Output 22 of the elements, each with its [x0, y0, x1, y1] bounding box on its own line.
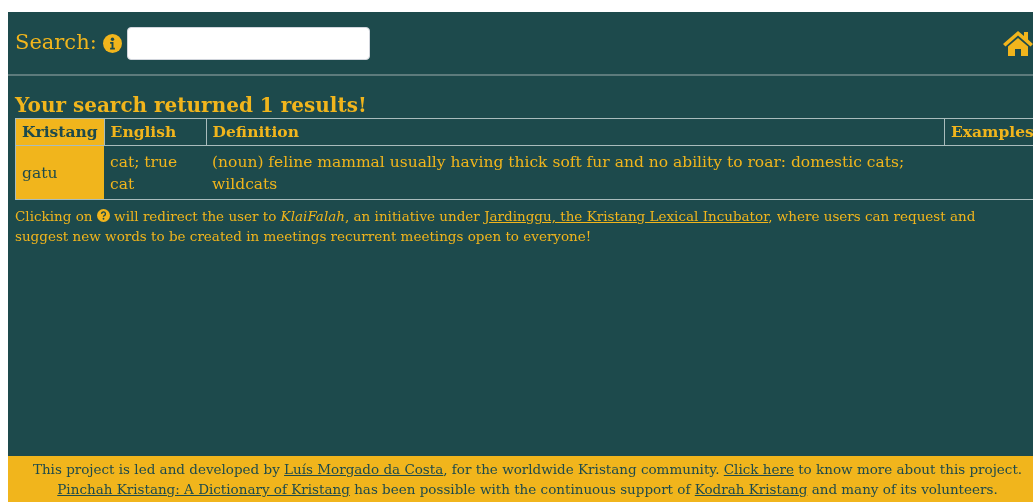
search-label: Search:	[15, 29, 97, 57]
column-header: Kristang	[15, 118, 105, 146]
footer-text: has been possible with the continuous support of	[354, 481, 691, 497]
column-header: Examples	[944, 118, 1033, 146]
search-field[interactable]	[126, 26, 370, 60]
results-heading: Your search returned 1 results!	[15, 92, 368, 118]
footer-text: , for the worldwide Kristang community.	[443, 461, 720, 477]
info-note: Clicking on will redirect the user to KlaiFalah, an initiative under Jardinggu, the Kristang Lexical Incubator, where users can request and suggest new words to be created in meetings recurrent meetings open to everyone!	[15, 207, 977, 246]
footer-link[interactable]: Kodrah Kristang	[694, 481, 808, 497]
footer-link[interactable]: Click here	[723, 461, 794, 477]
table-cell: (noun) feline mammal usually having thick soft fur and no ability to roar: domestic cats; wildcats	[206, 145, 945, 200]
footer-text: to know more about this project.	[798, 461, 1023, 477]
info-icon	[102, 33, 122, 53]
question-icon	[96, 209, 110, 222]
home-icon[interactable]	[1002, 29, 1033, 57]
footer-text: and many of its volunteers.	[811, 481, 998, 497]
footer-link[interactable]: Pinchah Kristang: A Dictionary of Kristang	[57, 481, 350, 497]
column-header: English	[104, 118, 207, 146]
table-cell: cat; true cat	[104, 145, 207, 200]
footer-text: This project is led and developed by	[32, 461, 280, 477]
column-header: Definition	[206, 118, 945, 146]
table-cell: gatu	[15, 145, 105, 200]
